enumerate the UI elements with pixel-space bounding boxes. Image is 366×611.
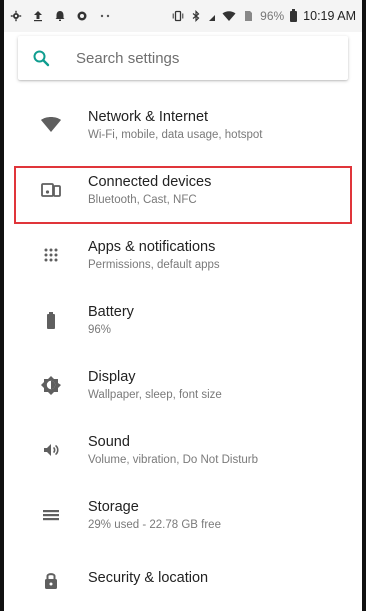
settings-item-subtitle: 29% used - 22.78 GB free [88, 518, 221, 531]
settings-item-text: Network & Internet Wi-Fi, mobile, data u… [88, 109, 263, 141]
status-bar-right: 96% 10:19 AM [172, 8, 356, 23]
upload-icon [32, 10, 44, 22]
settings-item-title: Security & location [88, 569, 209, 586]
battery-percent: 96% [260, 9, 285, 23]
dots-icon [98, 10, 112, 22]
brightness-icon [40, 374, 62, 396]
status-bar: 96% 10:19 AM [4, 0, 362, 32]
right-frame-border [362, 0, 366, 611]
settings-item-subtitle: 96% [88, 323, 112, 336]
settings-item-title: Display [88, 368, 136, 385]
no-sim-icon [242, 10, 254, 22]
settings-item-text: Sound Volume, vibration, Do Not Disturb [88, 434, 258, 466]
settings-item-text: Battery 96% [88, 304, 134, 336]
signal-icon [208, 10, 216, 22]
settings-item-display[interactable]: Display Wallpaper, sleep, font size [4, 352, 362, 417]
settings-item-title: Sound [88, 433, 130, 450]
settings-item-storage[interactable]: Storage 29% used - 22.78 GB free [4, 482, 362, 547]
settings-list: Network & Internet Wi-Fi, mobile, data u… [4, 92, 362, 611]
settings-item-text: Storage 29% used - 22.78 GB free [88, 499, 221, 531]
battery-icon [290, 8, 298, 22]
speaker-icon [40, 439, 62, 461]
settings-item-subtitle: Volume, vibration, Do Not Disturb [88, 453, 259, 466]
settings-item-subtitle: Bluetooth, Cast, NFC [88, 193, 197, 206]
notification-icon [54, 10, 66, 22]
settings-item-title: Network & Internet [88, 108, 209, 125]
settings-item-title: Apps & notifications [88, 238, 216, 255]
storage-icon [40, 504, 62, 526]
settings-item-security[interactable]: Security & location [4, 547, 362, 611]
wifi-icon [40, 114, 62, 136]
search-icon[interactable] [32, 49, 50, 67]
left-frame-border [0, 0, 4, 611]
wifi-icon [222, 10, 236, 22]
settings-item-text: Security & location [88, 570, 208, 590]
lock-icon [40, 569, 62, 591]
settings-item-title: Connected devices [88, 173, 212, 190]
connected-devices-icon [40, 179, 62, 201]
settings-item-text: Display Wallpaper, sleep, font size [88, 369, 222, 401]
status-time: 10:19 AM [303, 9, 356, 23]
settings-item-title: Battery [88, 303, 134, 320]
settings-item-apps[interactable]: Apps & notifications Permissions, defaul… [4, 222, 362, 287]
shield-icon [76, 10, 88, 22]
search-bar[interactable] [18, 36, 348, 80]
settings-item-subtitle: Permissions, default apps [88, 258, 220, 271]
settings-item-subtitle: Wallpaper, sleep, font size [88, 388, 222, 401]
settings-screen: 96% 10:19 AM Network & Internet Wi-Fi, m… [0, 0, 366, 611]
status-bar-left [10, 10, 172, 22]
apps-grid-icon [40, 244, 62, 266]
settings-item-text: Connected devices Bluetooth, Cast, NFC [88, 174, 211, 206]
settings-item-connected-devices[interactable]: Connected devices Bluetooth, Cast, NFC [4, 157, 362, 222]
battery-icon [40, 309, 62, 331]
bluetooth-icon [190, 10, 202, 22]
settings-item-title: Storage [88, 498, 139, 515]
settings-item-battery[interactable]: Battery 96% [4, 287, 362, 352]
settings-item-network[interactable]: Network & Internet Wi-Fi, mobile, data u… [4, 92, 362, 157]
settings-item-text: Apps & notifications Permissions, defaul… [88, 239, 220, 271]
vibrate-icon [172, 10, 184, 22]
settings-gear-icon [10, 10, 22, 22]
search-input[interactable] [76, 49, 334, 67]
settings-item-sound[interactable]: Sound Volume, vibration, Do Not Disturb [4, 417, 362, 482]
settings-item-subtitle: Wi-Fi, mobile, data usage, hotspot [88, 128, 263, 141]
